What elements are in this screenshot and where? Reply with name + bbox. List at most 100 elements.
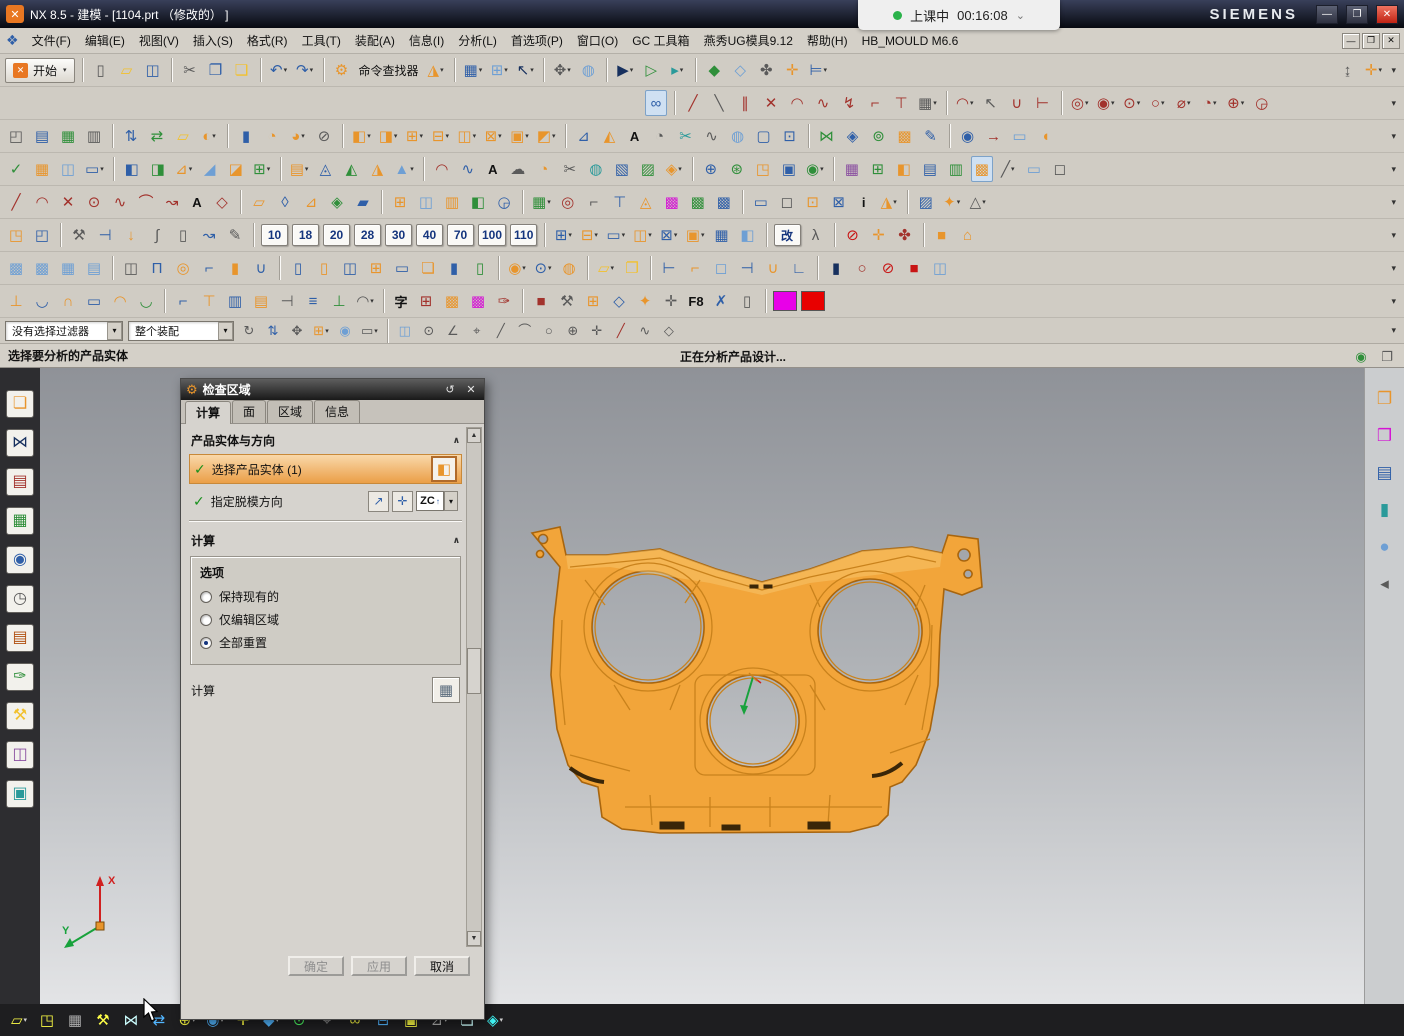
class-timer-overlay[interactable]: 上课中 00:16:08 ⌄ (858, 0, 1060, 30)
toolbar-icon[interactable]: ◳ (752, 156, 774, 182)
toolbar-icon[interactable]: ⊥ (328, 288, 350, 314)
toolbar-icon[interactable]: ▩ (971, 156, 993, 182)
radio-button[interactable] (200, 591, 212, 603)
toolbar-icon[interactable]: ⊛ (726, 156, 748, 182)
toolbar-icon[interactable]: ▱▾ (595, 255, 617, 281)
toolbar-icon[interactable]: ▧ (611, 156, 633, 182)
toolbar-icon[interactable]: ⌐ (864, 90, 886, 116)
dropdown-arrow-icon[interactable]: ▾ (957, 198, 961, 206)
toolbar-icon[interactable]: ▩ (31, 255, 53, 281)
toolbar-icon[interactable]: ▭ (83, 288, 105, 314)
toolbar-icon[interactable]: ⊤ (890, 90, 912, 116)
toolbar-icon[interactable]: ╱ (611, 320, 631, 342)
toolbar-icon[interactable]: ◍ (727, 123, 749, 149)
menu-item[interactable]: 分析(L) (451, 29, 504, 52)
dropdown-arrow-icon[interactable]: ▾ (24, 1016, 28, 1024)
toolbar-icon[interactable]: ⊞▾ (251, 156, 273, 182)
dropdown-arrow-icon[interactable]: ▾ (548, 264, 552, 272)
dropdown-arrow-icon[interactable]: ▾ (824, 66, 828, 74)
menu-item[interactable]: 燕秀UG模具9.12 (697, 29, 800, 52)
toolbar-icon[interactable]: ⊞ (582, 288, 604, 314)
toolbar-icon[interactable]: ◷ (6, 585, 34, 613)
toolbar-icon[interactable]: ✛▾ (1362, 57, 1384, 83)
dropdown-arrow-icon[interactable]: ▾ (622, 231, 626, 239)
toolbar-icon[interactable]: ⊤ (609, 189, 631, 215)
toolbar-icon[interactable]: ⌐ (198, 255, 220, 281)
selection-filter-dropdown[interactable]: 没有选择过滤器 ▾ (5, 321, 123, 341)
dialog-tab[interactable]: 面 (232, 400, 266, 423)
toolbar-overflow-button[interactable]: ▾ (1388, 65, 1399, 76)
toolbar-icon[interactable]: ▣▾ (684, 222, 707, 248)
graphics-viewport[interactable]: X Y ⚙ 检查区域 ↺ ✕ 计算面区域信息 产品实体与方向 (40, 368, 1364, 1004)
toolbar-icon[interactable]: ◧ (737, 222, 759, 248)
toolbar-icon[interactable]: ↨ (1336, 57, 1358, 83)
inferred-vector-button[interactable]: ✛ (392, 491, 413, 512)
toolbar-icon[interactable]: ▰ (352, 189, 374, 215)
toolbar-icon[interactable]: ⌂ (957, 222, 979, 248)
toolbar-icon[interactable]: ◨▾ (377, 123, 400, 149)
chevron-down-icon[interactable]: ▾ (107, 322, 122, 340)
dropdown-arrow-icon[interactable]: ▾ (1379, 66, 1383, 74)
toolbar-icon[interactable]: ▩ (687, 189, 709, 215)
toolbar-icon[interactable]: ▤ (31, 123, 53, 149)
toolbar-icon[interactable]: ▦▾ (916, 90, 939, 116)
toolbar-icon[interactable]: ∿ (635, 320, 655, 342)
dropdown-arrow-icon[interactable]: ▾ (1137, 99, 1141, 107)
toolbar-icon[interactable]: ◖ (1035, 123, 1057, 149)
toolbar-icon[interactable]: ▭▾ (83, 156, 106, 182)
toolbar-icon[interactable]: ⊙▾ (532, 255, 554, 281)
toolbar-icon[interactable]: ◰ (31, 222, 53, 248)
toolbar-icon[interactable]: ◠ (786, 90, 808, 116)
toolbar-icon[interactable]: ∪ (1006, 90, 1028, 116)
toolbar-icon[interactable]: ⊠▾ (482, 123, 504, 149)
toolbar-icon[interactable]: ⊿ (573, 123, 595, 149)
toolbar-icon[interactable]: → (983, 123, 1005, 149)
toolbar-icon[interactable]: ▭ (750, 189, 772, 215)
toolbar-text-icon[interactable]: A (187, 195, 207, 210)
toolbar-icon[interactable]: ∥ (734, 90, 756, 116)
toolbar-icon[interactable]: ⊠▾ (658, 222, 680, 248)
toolbar-icon[interactable]: ✥ (287, 320, 307, 342)
toolbar-icon[interactable]: ◕▾ (287, 123, 309, 149)
toolbar-icon[interactable]: ▦ (31, 156, 53, 182)
toolbar-icon[interactable]: ◎▾ (1069, 90, 1091, 116)
toolbar-icon[interactable]: ⊞▾ (488, 57, 510, 83)
toolbar-icon[interactable]: ◇ (608, 288, 630, 314)
select-body-button[interactable]: ◧ (431, 456, 457, 482)
toolbar-icon[interactable]: ▦▾ (462, 57, 485, 83)
toolbar-icon[interactable]: ◫ (395, 320, 415, 342)
toolbar-icon[interactable]: λ (805, 222, 827, 248)
toolbar-icon[interactable]: ↯ (838, 90, 860, 116)
toolbar-icon[interactable]: ✛ (660, 288, 682, 314)
toolbar-icon[interactable]: ◉ (6, 546, 34, 574)
toolbar-icon[interactable]: ✦ (634, 288, 656, 314)
toolbar-icon[interactable]: ◈▾ (484, 1007, 506, 1033)
toolbar-icon[interactable]: ▭▾ (359, 320, 380, 342)
toolbar-icon[interactable]: ▱▾ (8, 1007, 30, 1033)
toolbar-icon[interactable]: ▭ (1023, 156, 1045, 182)
toolbar-icon[interactable]: ⊙▾ (1121, 90, 1143, 116)
toolbar-icon[interactable]: ▯ (172, 222, 194, 248)
toolbar-icon[interactable]: ⊙ (83, 189, 105, 215)
toolbar-icon[interactable]: ❐ (1376, 343, 1398, 369)
dropdown-arrow-icon[interactable]: ▾ (445, 132, 449, 140)
toolbar-icon[interactable]: ◧ (467, 189, 489, 215)
toolbar-icon[interactable]: ↻ (239, 320, 259, 342)
menu-item[interactable]: 装配(A) (348, 29, 402, 52)
toolbar-icon[interactable]: ⋈ (816, 123, 838, 149)
toolbar-icon[interactable]: ↖ (980, 90, 1002, 116)
toolbar-icon[interactable]: ◫▾ (455, 123, 478, 149)
toolbar-icon[interactable]: ⊟▾ (578, 222, 600, 248)
toolbar-icon[interactable]: ◻ (710, 255, 732, 281)
toolbar-overflow-button[interactable]: ▾ (1388, 230, 1399, 241)
toolbar-icon[interactable]: ❏ (6, 390, 34, 418)
toolbar-number-button[interactable]: 改 (774, 224, 801, 246)
menu-item[interactable]: GC 工具箱 (625, 29, 696, 52)
toolbar-icon[interactable]: ◠▾ (354, 288, 376, 314)
toolbar-icon[interactable]: ⊞ (389, 189, 411, 215)
toolbar-icon[interactable]: ▤ (6, 624, 34, 652)
toolbar-icon[interactable]: ▢ (753, 123, 775, 149)
toolbar-icon[interactable]: ◉▾ (804, 156, 826, 182)
toolbar-overflow-button[interactable]: ▾ (1388, 325, 1399, 336)
toolbar-icon[interactable]: ◠ (431, 156, 453, 182)
